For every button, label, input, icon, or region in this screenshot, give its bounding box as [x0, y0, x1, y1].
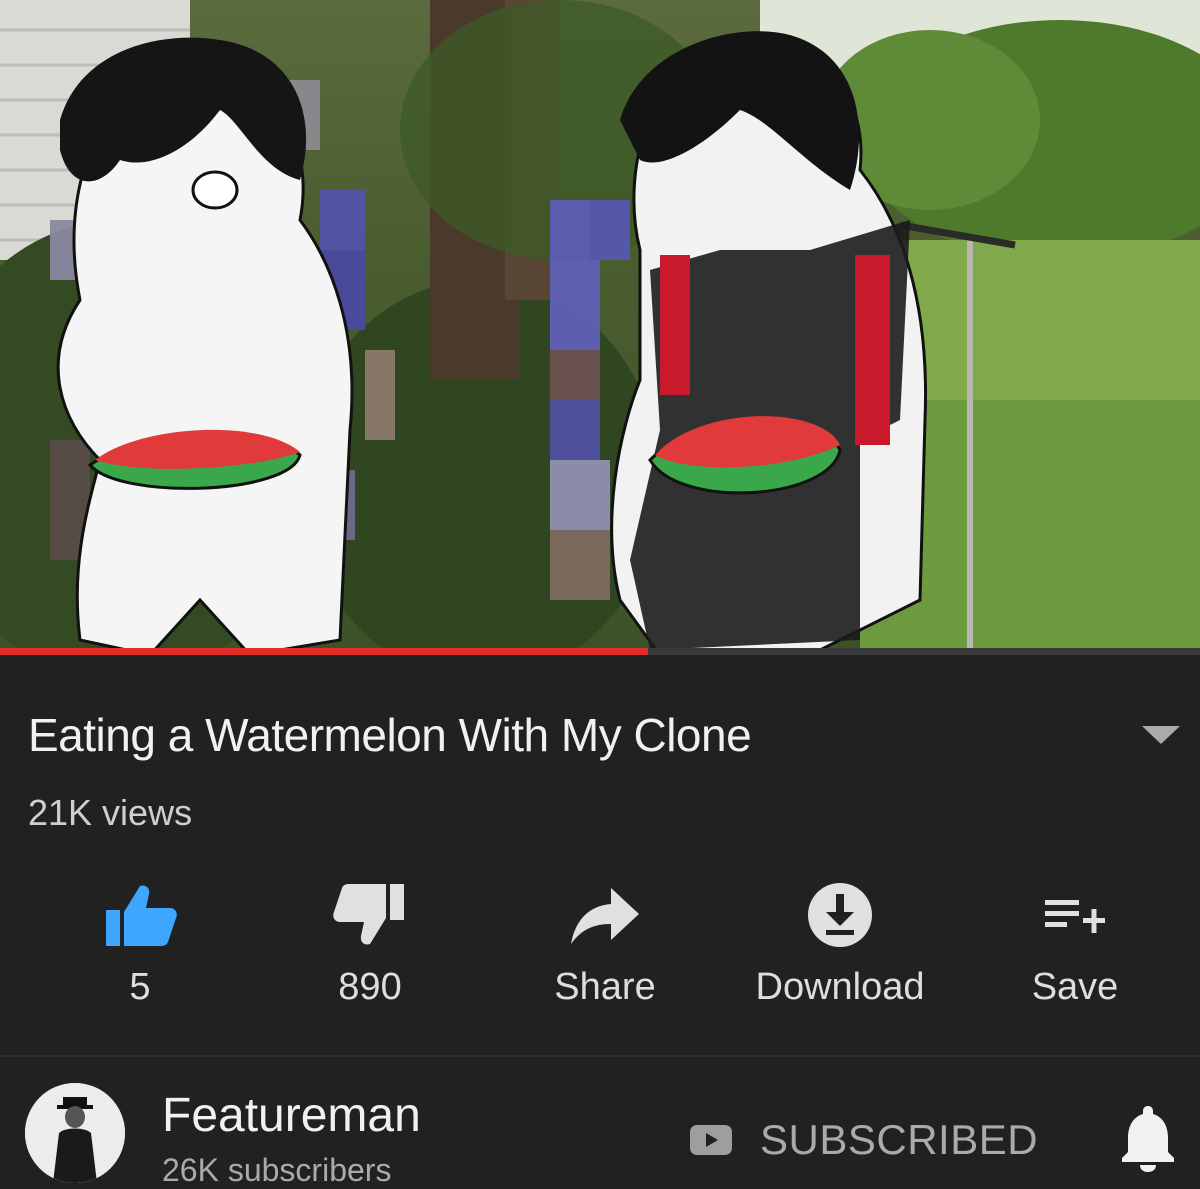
share-button[interactable]: Share: [520, 860, 690, 1030]
view-count: 21K views: [28, 792, 193, 833]
video-title: Eating a Watermelon With My Clone: [28, 709, 752, 761]
subscriber-count: 26K subscribers: [162, 1152, 392, 1188]
download-button[interactable]: Download: [745, 860, 935, 1030]
divider: [0, 1055, 1200, 1057]
subscribed-button[interactable]: SUBSCRIBED: [690, 1112, 1038, 1168]
dislike-button[interactable]: 890: [290, 860, 450, 1030]
download-label: Download: [755, 966, 925, 1008]
channel-avatar[interactable]: [25, 1083, 125, 1183]
save-label: Save: [1031, 966, 1119, 1008]
save-button[interactable]: Save: [995, 860, 1155, 1030]
like-button[interactable]: 5: [60, 860, 220, 1030]
subscribed-label: SUBSCRIBED: [760, 1116, 1039, 1163]
expand-description-icon[interactable]: [1142, 726, 1180, 744]
share-label: Share: [554, 966, 656, 1008]
like-count: 5: [129, 966, 151, 1008]
video-player[interactable]: [0, 0, 1200, 655]
video-frame: [0, 0, 1200, 655]
channel-name[interactable]: Featureman: [162, 1088, 421, 1143]
thumbs-up-icon: [106, 885, 177, 946]
thumbs-down-icon: [333, 884, 404, 945]
share-icon: [571, 888, 639, 944]
avatar-image: [25, 1083, 125, 1183]
progress-bar[interactable]: [0, 648, 648, 655]
add-to-playlist-icon: [1045, 900, 1105, 933]
download-icon: [808, 883, 872, 947]
youtube-play-icon: [690, 1125, 732, 1155]
notification-bell-icon[interactable]: [1118, 1102, 1178, 1172]
dislike-count: 890: [338, 966, 402, 1008]
action-bar: 5 890 Share Download Save: [0, 860, 1200, 1030]
